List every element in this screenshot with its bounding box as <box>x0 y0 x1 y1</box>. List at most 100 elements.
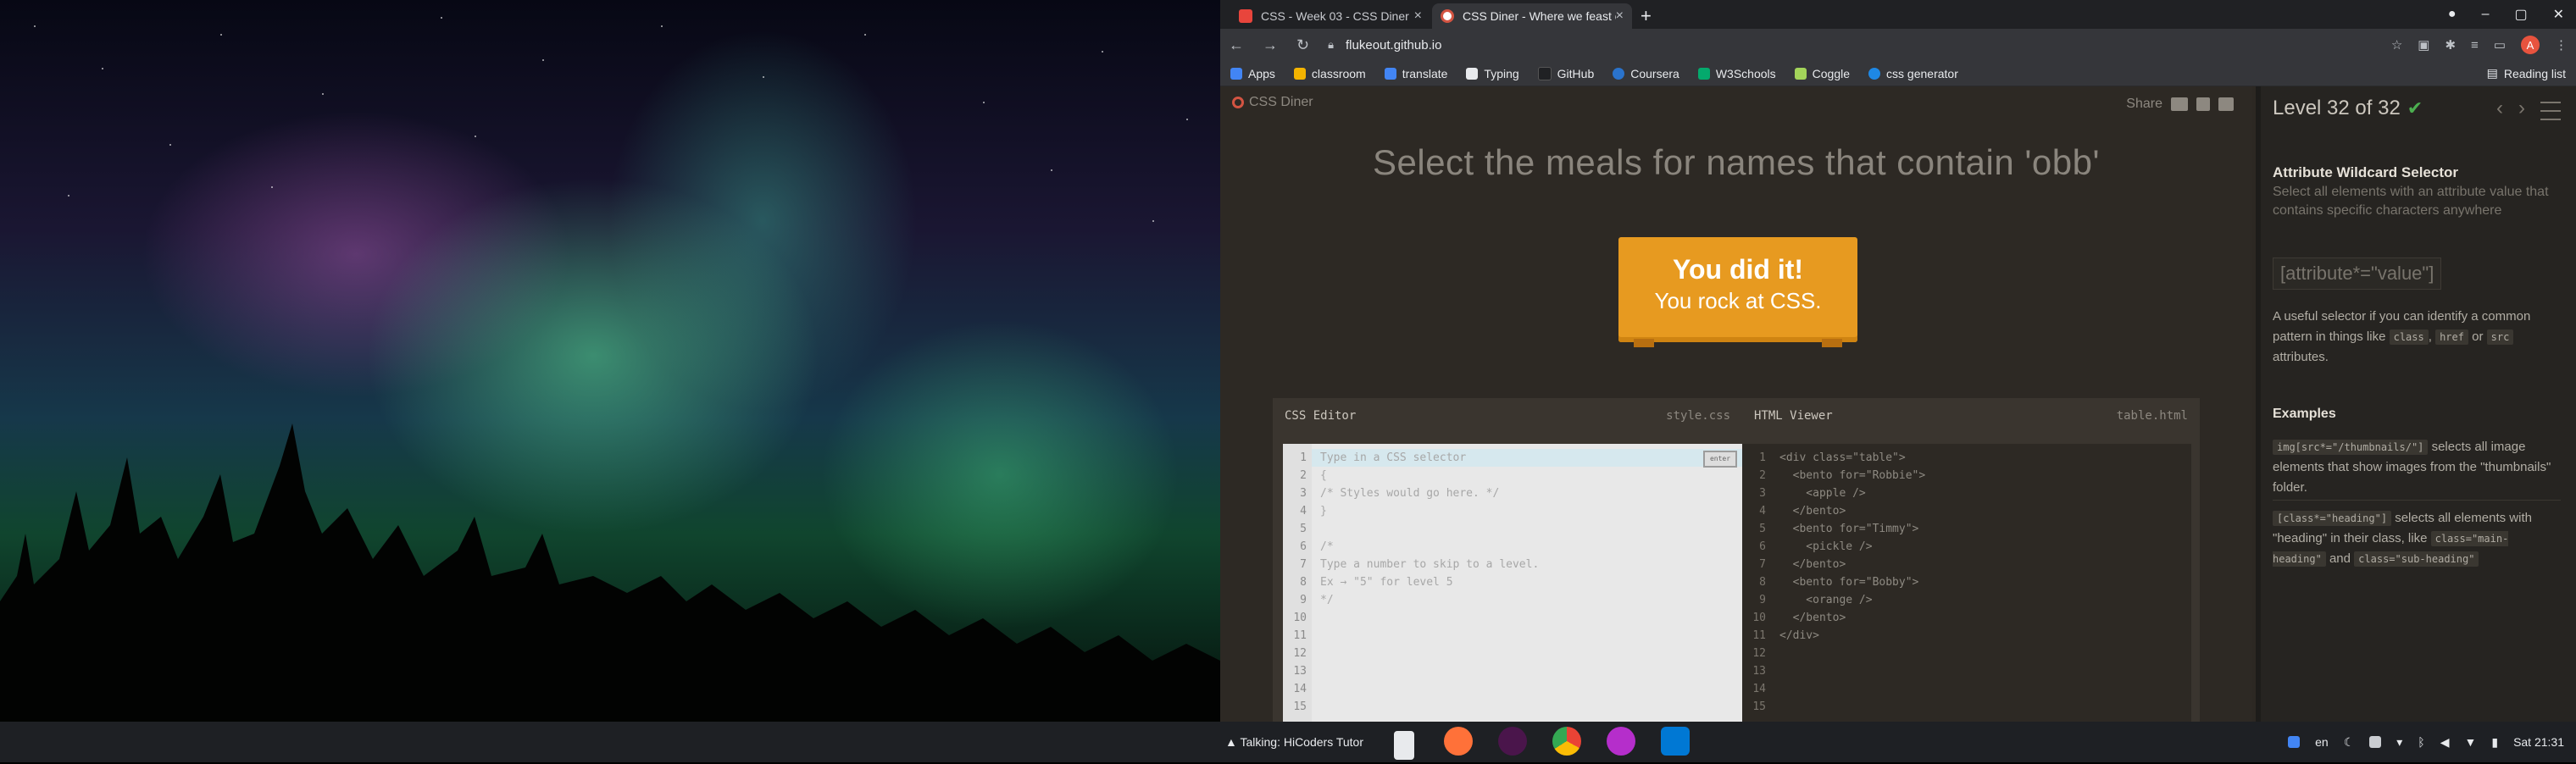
reload-icon[interactable]: ↻ <box>1296 36 1309 54</box>
bookmark-apps[interactable]: Apps <box>1230 67 1275 80</box>
tab-css-diner[interactable]: CSS Diner - Where we feast on CSS × <box>1432 3 1632 29</box>
firefox-icon[interactable] <box>1444 727 1473 756</box>
bluetooth-icon[interactable]: ᛒ <box>2418 735 2424 749</box>
twitter-icon[interactable] <box>2218 97 2234 111</box>
win-message-subtitle: You rock at CSS. <box>1654 288 1822 313</box>
html-code-line <box>1779 645 2186 662</box>
puzzle-icon[interactable]: ✱ <box>2445 37 2456 53</box>
tab-close-icon[interactable]: × <box>1414 8 1422 24</box>
facebook-icon[interactable] <box>2196 97 2210 111</box>
css-code-line: */ <box>1320 594 1334 606</box>
line-number: 13 <box>1752 665 1766 678</box>
css-editor-title: CSS Editor <box>1285 409 1357 423</box>
profile-dot-icon[interactable]: ● <box>2448 7 2457 22</box>
next-level-icon[interactable]: › <box>2518 97 2525 120</box>
css-editor-header: CSS Editor style.css <box>1273 398 1742 434</box>
editor-panel: CSS Editor style.css HTML Viewer table.h… <box>1273 398 2200 722</box>
example-divider <box>2273 500 2561 501</box>
line-number: 12 <box>1293 647 1307 660</box>
volume-icon[interactable]: ◀︎ <box>2440 735 2450 750</box>
clock[interactable]: Sat 21:31 <box>2513 735 2564 749</box>
maximize-icon[interactable]: ▢ <box>2514 6 2527 23</box>
tab-title: CSS Diner - Where we feast on CSS <box>1463 9 1616 23</box>
bookmark-classroom[interactable]: classroom <box>1293 67 1366 80</box>
tab-close-icon[interactable]: × <box>1616 8 1624 24</box>
line-number: 3 <box>1759 487 1766 500</box>
typing-icon <box>1466 67 1479 80</box>
line-number: 10 <box>1752 612 1766 624</box>
slack-icon[interactable] <box>1498 727 1527 756</box>
vpn-icon[interactable] <box>2369 736 2382 748</box>
selector-title: Attribute Wildcard Selector <box>2273 164 2458 180</box>
enter-button[interactable]: enter <box>1703 451 1737 468</box>
reading-list[interactable]: ▤ Reading list <box>2487 66 2566 80</box>
example-2: [class*="heading"] selects all elements … <box>2273 511 2532 567</box>
minimize-icon[interactable]: – <box>2482 7 2490 22</box>
battery-icon[interactable]: ▮ <box>2491 735 2498 750</box>
css-code-line: /* <box>1320 540 1334 553</box>
pinned-apps <box>1390 727 1690 764</box>
level-menu-icon[interactable] <box>2540 102 2561 120</box>
bookmark-coursera[interactable]: Coursera <box>1613 67 1679 80</box>
line-number: 4 <box>1300 505 1307 518</box>
new-tab-icon[interactable]: + <box>1641 5 1652 27</box>
extension-icon[interactable]: ▣ <box>2418 37 2429 53</box>
css-editor[interactable]: 1 2 3 4 5 6 7 8 9 10 11 12 13 14 15 Type in a CSS sele… <box>1283 444 1742 722</box>
media-icon[interactable]: ≡ <box>2471 38 2479 53</box>
bookmark-w3schools[interactable]: W3Schools <box>1697 67 1776 80</box>
menu-icon[interactable]: ⋮ <box>2555 37 2568 53</box>
html-code-line: <bento for="Bobby"> <box>1779 576 1919 589</box>
back-icon[interactable]: ← <box>1229 36 1244 54</box>
line-number: 13 <box>1293 665 1307 678</box>
vscode-icon[interactable] <box>1661 727 1690 756</box>
sidebar-scrollbar[interactable] <box>2256 86 2261 722</box>
line-number: 6 <box>1300 540 1307 553</box>
line-number: 7 <box>1300 558 1307 571</box>
html-code-line: <bento for="Robbie"> <box>1779 469 1926 482</box>
html-viewer-header: HTML Viewer table.html <box>1742 398 2200 434</box>
line-number: 9 <box>1759 594 1766 606</box>
line-number: 11 <box>1752 629 1766 642</box>
bookmark-translate[interactable]: translate <box>1384 67 1447 80</box>
html-code-line <box>1779 662 2186 680</box>
files-icon[interactable] <box>1394 731 1414 760</box>
html-file-name: table.html <box>2116 409 2188 423</box>
coggle-icon <box>1794 67 1807 80</box>
line-number: 11 <box>1293 629 1307 642</box>
tab-search-icon[interactable]: ▭ <box>2494 37 2506 53</box>
line-number: 5 <box>1759 523 1766 535</box>
bookmark-css-generator[interactable]: css generator <box>1868 67 1958 80</box>
bookmarks-bar: Apps classroom translate Typing GitHub C… <box>1220 61 2576 86</box>
selector-description: Select all elements with an attribute va… <box>2273 185 2549 218</box>
firefox-dev-icon[interactable] <box>1607 727 1635 756</box>
bookmark-typing[interactable]: Typing <box>1466 67 1519 80</box>
night-light-icon[interactable]: ☾ <box>2344 735 2355 750</box>
bookmark-star-icon[interactable]: ☆ <box>2391 37 2402 53</box>
css-input[interactable]: Type in a CSS selector {/* Styles would g… <box>1320 449 1737 716</box>
bookmark-github[interactable]: GitHub <box>1537 66 1594 80</box>
close-window-icon[interactable]: ✕ <box>2553 6 2564 23</box>
language-indicator[interactable]: en <box>2315 735 2329 749</box>
zoom-icon[interactable] <box>2288 736 2301 748</box>
html-code-line <box>1779 680 2186 698</box>
line-number: 1 <box>1759 451 1766 464</box>
avatar[interactable]: A <box>2521 36 2540 54</box>
css-code-line: Type a number to skip to a level. <box>1320 558 1540 571</box>
chrome-icon[interactable] <box>1552 727 1581 756</box>
css-diner-logo[interactable]: CSS Diner <box>1232 95 1313 110</box>
window-controls: ● – ▢ ✕ <box>2448 0 2576 29</box>
address-bar[interactable]: 🔒︎ flukeout.github.io <box>1328 33 2391 57</box>
html-markup: <div class="table"> <bento for="Robbie">… <box>1779 449 2186 716</box>
talking-status[interactable]: ▲ Talking: HiCoders Tutor <box>1225 722 1363 762</box>
wifi-icon[interactable]: ▾ <box>2396 735 2402 750</box>
network-icon[interactable]: ▼ <box>2464 735 2476 749</box>
browser-window: CSS - Week 03 - CSS Diner × CSS Diner - … <box>1220 0 2576 722</box>
tab-week03[interactable]: CSS - Week 03 - CSS Diner × <box>1230 3 1430 29</box>
github-icon <box>1537 66 1552 80</box>
bookmark-coggle[interactable]: Coggle <box>1794 67 1850 80</box>
css-code-line <box>1320 645 1737 662</box>
prev-level-icon[interactable]: ‹ <box>2496 97 2503 120</box>
forward-icon[interactable]: → <box>1263 36 1278 54</box>
email-icon[interactable] <box>2171 97 2188 111</box>
html-line-numbers: 1 2 3 4 5 6 7 8 9 10 11 12 13 14 15 <box>1742 444 1771 722</box>
